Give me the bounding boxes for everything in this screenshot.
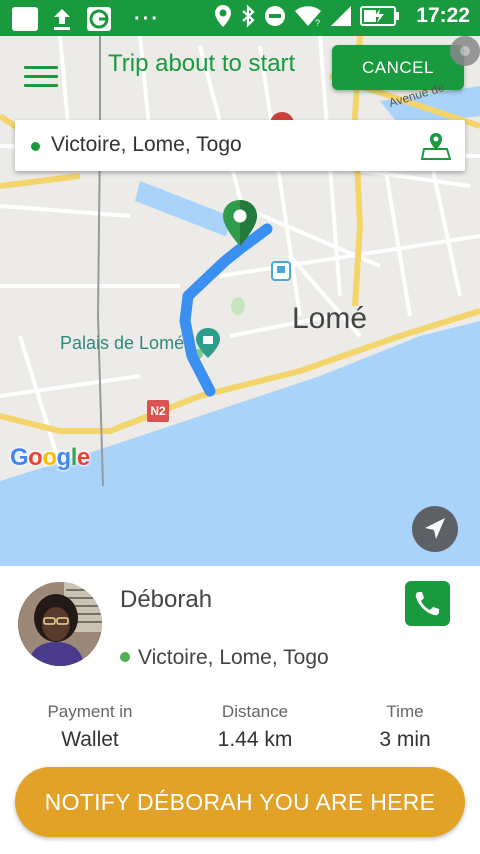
driver-location: Victoire, Lome, Togo	[138, 646, 329, 669]
app-icon	[87, 7, 111, 31]
bluetooth-icon	[242, 4, 255, 28]
destination-value: Victoire, Lome, Togo	[51, 133, 242, 156]
svg-text:?: ?	[315, 18, 320, 27]
battery-charging-icon	[360, 6, 400, 26]
distance-stat: Distance 1.44 km	[205, 702, 305, 752]
destination-field[interactable]: Victoire, Lome, Togo	[15, 120, 465, 171]
city-label: Lomé	[292, 302, 368, 335]
stat-label: Time	[386, 702, 424, 721]
overlay-dot-icon	[450, 36, 480, 66]
do-not-disturb-icon	[265, 6, 286, 26]
clock: 17:22	[416, 4, 470, 27]
time-stat: Time 3 min	[360, 702, 450, 752]
stat-label: Distance	[221, 702, 289, 721]
google-logo: Google	[10, 444, 90, 471]
map-pin-icon[interactable]	[421, 131, 451, 161]
cancel-button[interactable]: CANCEL	[332, 45, 464, 90]
upload-icon	[54, 9, 70, 30]
driver-name: Déborah	[120, 586, 213, 613]
map-background	[0, 36, 480, 566]
location-dot-icon	[120, 652, 130, 662]
avatar	[18, 582, 102, 666]
stat-value: 3 min	[379, 728, 431, 751]
map-view[interactable]: Trip about to start CANCEL Victoire, Lom…	[0, 36, 480, 566]
status-bar: ··· ? 17:22	[0, 0, 480, 36]
more-icon: ···	[134, 7, 160, 30]
phone-icon	[415, 592, 439, 616]
my-location-button[interactable]	[412, 506, 458, 552]
menu-icon[interactable]	[24, 66, 58, 92]
stat-value: 1.44 km	[217, 728, 293, 751]
poi-label: Palais de Lomé	[60, 333, 185, 353]
payment-stat: Payment in Wallet	[40, 702, 140, 752]
pickup-pin-icon	[223, 200, 257, 246]
location-dot-icon	[31, 142, 40, 151]
driver-panel: Déborah Victoire, Lome, Togo Payment in …	[0, 566, 480, 854]
navigation-arrow-icon	[425, 518, 445, 539]
stat-value: Wallet	[61, 728, 119, 751]
call-button[interactable]	[405, 581, 450, 626]
location-icon	[215, 5, 232, 27]
stat-label: Payment in	[47, 702, 133, 721]
signal-icon	[331, 6, 352, 26]
notify-button[interactable]: NOTIFY DÉBORAH YOU ARE HERE	[15, 767, 465, 837]
wifi-icon: ?	[295, 6, 322, 27]
page-title: Trip about to start	[108, 50, 296, 77]
notification-square-icon	[12, 7, 38, 31]
road-badge: N2	[147, 400, 169, 422]
